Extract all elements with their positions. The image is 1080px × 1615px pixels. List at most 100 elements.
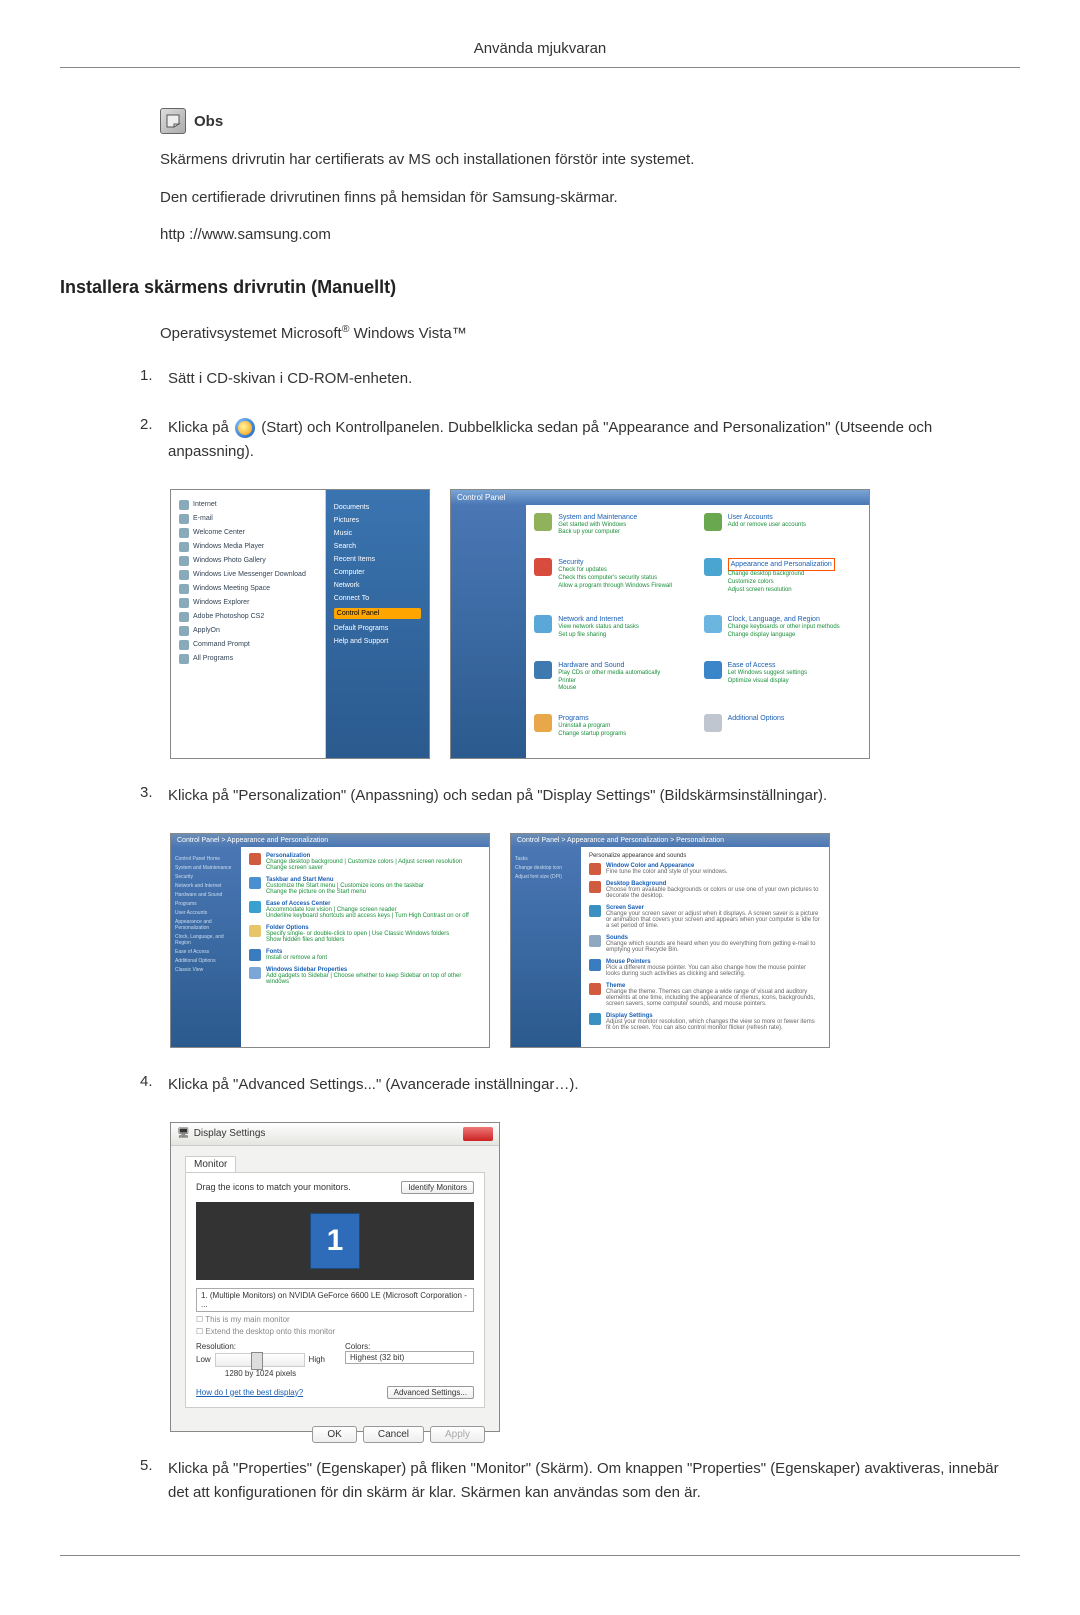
check-main-monitor[interactable]: ☐ This is my main monitor (196, 1315, 474, 1324)
start-menu-item[interactable]: Connect To (334, 595, 421, 602)
cp-category[interactable]: Clock, Language, and RegionChange keyboa… (704, 615, 861, 650)
start-menu-item[interactable]: Adobe Photoshop CS2 (179, 612, 317, 622)
cp-category[interactable]: System and MaintenanceGet started with W… (534, 513, 691, 548)
start-menu-item[interactable]: Documents (334, 504, 421, 511)
ap-side-item[interactable]: System and Maintenance (175, 865, 237, 871)
colors-label: Colors: (345, 1342, 474, 1351)
note-line-1: Skärmens drivrutin har certifierats av M… (160, 149, 1020, 172)
pers-main: Personalize appearance and sounds Window … (581, 847, 829, 1047)
cp-category[interactable]: Ease of AccessLet Windows suggest settin… (704, 661, 861, 704)
start-menu-item[interactable]: Search (334, 543, 421, 550)
ap-item[interactable]: Windows Sidebar PropertiesAdd gadgets to… (249, 967, 481, 985)
identify-monitors-button[interactable]: Identify Monitors (401, 1181, 474, 1194)
screenshot-appearance-personalization: Control Panel > Appearance and Personali… (170, 833, 490, 1048)
step-num: 2. (140, 416, 168, 433)
cp-category[interactable]: SecurityCheck for updatesCheck this comp… (534, 558, 691, 605)
pers-item[interactable]: Mouse PointersPick a different mouse poi… (589, 959, 821, 977)
start-menu-item[interactable]: All Programs (179, 654, 317, 664)
ap-side-item[interactable]: Classic View (175, 967, 237, 973)
check-extend-desktop[interactable]: ☐ Extend the desktop onto this monitor (196, 1327, 474, 1336)
pers-side-item[interactable]: Change desktop icon (515, 865, 577, 871)
ap-side-item[interactable]: Control Panel Home (175, 856, 237, 862)
pers-item[interactable]: Desktop BackgroundChoose from available … (589, 881, 821, 899)
ap-sidebar: Control Panel Home System and Maintenance… (171, 847, 241, 1047)
page-header: Använda mjukvaran (60, 40, 1020, 68)
ap-title: Control Panel > Appearance and Personali… (171, 834, 489, 847)
start-menu-right: Documents Pictures Music Search Recent Items… (326, 490, 429, 758)
start-menu-item[interactable]: E-mail (179, 514, 317, 524)
step-num: 1. (140, 367, 168, 384)
ok-button[interactable]: OK (312, 1426, 356, 1443)
start-menu-item[interactable]: Network (334, 582, 421, 589)
step-4: 4. Klicka på "Advanced Settings..." (Ava… (140, 1073, 1020, 1097)
ds-tab-monitor[interactable]: Monitor (185, 1156, 236, 1172)
start-menu-item[interactable]: Pictures (334, 517, 421, 524)
ap-side-item[interactable]: Additional Options (175, 958, 237, 964)
start-menu-item[interactable]: Default Programs (334, 625, 421, 632)
ap-item[interactable]: Folder OptionsSpecify single- or double-… (249, 925, 481, 943)
pers-side-item[interactable]: Adjust font size (DPI) (515, 874, 577, 880)
cp-category[interactable]: Network and InternetView network status … (534, 615, 691, 650)
colors-dropdown[interactable]: Highest (32 bit) (345, 1351, 474, 1364)
start-menu-item[interactable]: Windows Meeting Space (179, 584, 317, 594)
cp-category[interactable]: Appearance and PersonalizationChange des… (704, 558, 861, 605)
resolution-slider[interactable] (215, 1353, 305, 1367)
step-list-4: 4. Klicka på "Advanced Settings..." (Ava… (140, 1073, 1020, 1097)
start-menu-item[interactable]: Music (334, 530, 421, 537)
monitor-select[interactable]: 1. (Multiple Monitors) on NVIDIA GeForce… (196, 1288, 474, 1312)
pers-item[interactable]: Display SettingsAdjust your monitor reso… (589, 1013, 821, 1031)
start-menu-item[interactable]: Recent Items (334, 556, 421, 563)
note-section: Obs Skärmens drivrutin har certifierats … (160, 108, 1020, 247)
cp-category[interactable]: Hardware and SoundPlay CDs or other medi… (534, 661, 691, 704)
apply-button[interactable]: Apply (430, 1426, 485, 1443)
pers-side-item[interactable]: Tasks (515, 856, 577, 862)
close-icon[interactable] (463, 1127, 493, 1141)
pers-item[interactable]: SoundsChange which sounds are heard when… (589, 935, 821, 953)
ap-side-item[interactable]: Appearance and Personalization (175, 919, 237, 931)
start-menu-item[interactable]: Help and Support (334, 638, 421, 645)
start-menu-item[interactable]: Computer (334, 569, 421, 576)
start-menu-item[interactable]: Windows Live Messenger Download (179, 570, 317, 580)
cancel-button[interactable]: Cancel (363, 1426, 424, 1443)
ds-title-text: Display Settings (194, 1128, 266, 1139)
ap-side-item[interactable]: Clock, Language, and Region (175, 934, 237, 946)
step-1: 1. Sätt i CD-skivan i CD-ROM-enheten. (140, 367, 1020, 391)
pers-item[interactable]: ThemeChange the theme. Themes can change… (589, 983, 821, 1007)
ap-side-item[interactable]: Hardware and Sound (175, 892, 237, 898)
start-menu-item[interactable]: Windows Media Player (179, 542, 317, 552)
res-low: Low (196, 1355, 211, 1364)
ap-side-item[interactable]: Programs (175, 901, 237, 907)
cp-title: Control Panel (451, 490, 869, 505)
cp-category[interactable]: ProgramsUninstall a programChange startu… (534, 714, 691, 749)
pers-item[interactable]: Window Color and AppearanceFine tune the… (589, 863, 821, 875)
pers-item[interactable]: Screen SaverChange your screen saver or … (589, 905, 821, 929)
start-menu-item[interactable]: Control Panel (334, 608, 421, 619)
start-menu-item[interactable]: Command Prompt (179, 640, 317, 650)
cp-category[interactable]: Additional Options (704, 714, 861, 749)
note-label: Obs (194, 113, 223, 130)
ap-item[interactable]: Taskbar and Start MenuCustomize the Star… (249, 877, 481, 895)
screenshot-display-settings: 🖥 Display Settings Monitor Drag the icon… (170, 1122, 500, 1432)
pers-title: Control Panel > Appearance and Personali… (511, 834, 829, 847)
advanced-settings-button[interactable]: Advanced Settings... (387, 1386, 474, 1399)
ap-item[interactable]: Ease of Access CenterAccommodate low vis… (249, 901, 481, 919)
ap-side-item[interactable]: Ease of Access (175, 949, 237, 955)
ap-item[interactable]: PersonalizationChange desktop background… (249, 853, 481, 871)
pers-heading: Personalize appearance and sounds (589, 853, 821, 859)
cp-category[interactable]: User AccountsAdd or remove user accounts (704, 513, 861, 548)
ap-side-item[interactable]: Security (175, 874, 237, 880)
start-menu-item[interactable]: Internet (179, 500, 317, 510)
step2-pre: Klicka på (168, 419, 233, 436)
start-menu-item[interactable]: ApplyOn (179, 626, 317, 636)
start-menu-item[interactable]: Welcome Center (179, 528, 317, 538)
monitor-1-icon[interactable]: 1 (310, 1213, 360, 1269)
start-menu-item[interactable]: Windows Explorer (179, 598, 317, 608)
ap-side-item[interactable]: Network and Internet (175, 883, 237, 889)
help-link[interactable]: How do I get the best display? (196, 1388, 303, 1397)
step-text: Klicka på "Advanced Settings..." (Avance… (168, 1073, 1020, 1097)
ap-side-item[interactable]: User Accounts (175, 910, 237, 916)
ap-item[interactable]: FontsInstall or remove a font (249, 949, 481, 961)
start-menu-item[interactable]: Windows Photo Gallery (179, 556, 317, 566)
page-footer (60, 1555, 1020, 1575)
screenshot-start-menu: Internet E-mail Welcome Center Windows Medi… (170, 489, 430, 759)
